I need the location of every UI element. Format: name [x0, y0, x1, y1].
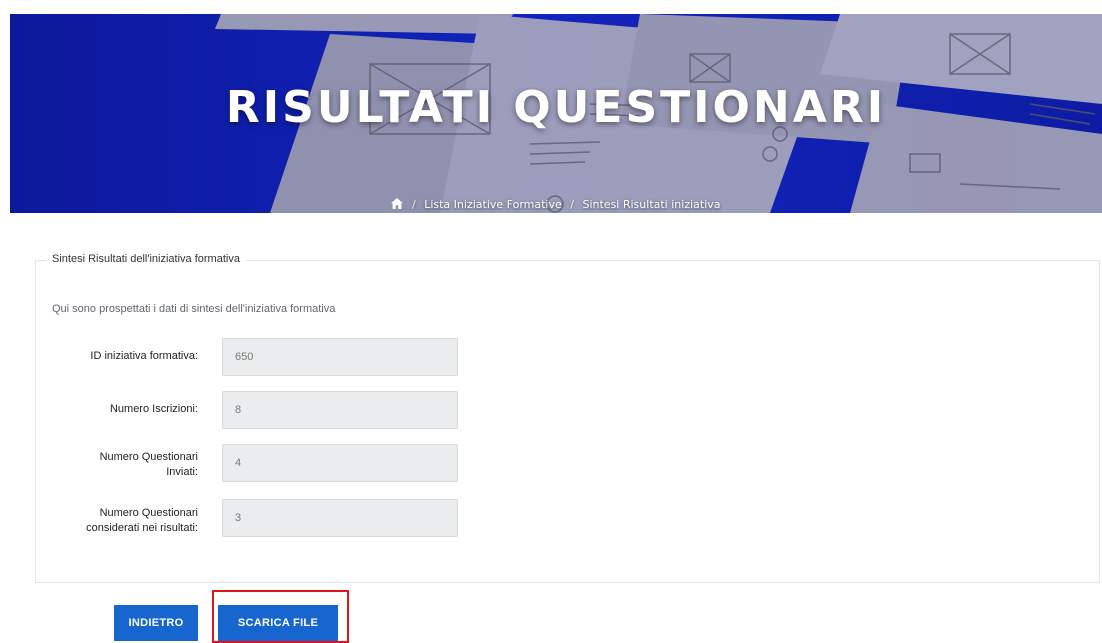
panel-intro-text: Qui sono prospettati i dati di sintesi d… — [52, 303, 336, 315]
home-icon[interactable] — [391, 198, 404, 212]
download-file-button[interactable]: SCARICA FILE — [218, 605, 338, 641]
page-title: RISULTATI QUESTIONARI — [225, 82, 887, 133]
breadcrumb-separator: / — [411, 198, 416, 211]
breadcrumb-item-current: Sintesi Risultati iniziativa — [582, 198, 721, 211]
questionari-inviati-label-line2: Inviati: — [166, 466, 198, 478]
questionari-inviati-label: Numero Questionari Inviati: — [43, 450, 198, 480]
breadcrumb: / Lista Iniziative Formative / Sintesi R… — [10, 198, 1102, 212]
breadcrumb-separator: / — [570, 198, 574, 211]
id-iniziativa-label: ID iniziativa formativa: — [90, 350, 198, 362]
questionari-considerati-field[interactable] — [222, 499, 458, 537]
breadcrumb-item-lista-iniziative[interactable]: Lista Iniziative Formative — [424, 198, 562, 211]
numero-iscrizioni-label: Numero Iscrizioni: — [109, 403, 198, 415]
questionari-considerati-label: Numero Questionari considerati nei risul… — [43, 506, 198, 536]
id-iniziativa-field[interactable] — [222, 338, 458, 376]
back-button[interactable]: INDIETRO — [114, 605, 198, 641]
numero-iscrizioni-field[interactable] — [222, 391, 458, 429]
questionari-inviati-field[interactable] — [222, 444, 458, 482]
questionari-considerati-label-line2: considerati nei risultati: — [86, 522, 198, 534]
questionari-inviati-label-line1: Numero Questionari — [99, 451, 198, 463]
panel-legend: Sintesi Risultati dell'iniziativa format… — [46, 253, 246, 265]
hero-banner: RISULTATI QUESTIONARI / Lista Iniziative… — [10, 14, 1102, 213]
questionari-considerati-label-line1: Numero Questionari — [99, 507, 198, 519]
